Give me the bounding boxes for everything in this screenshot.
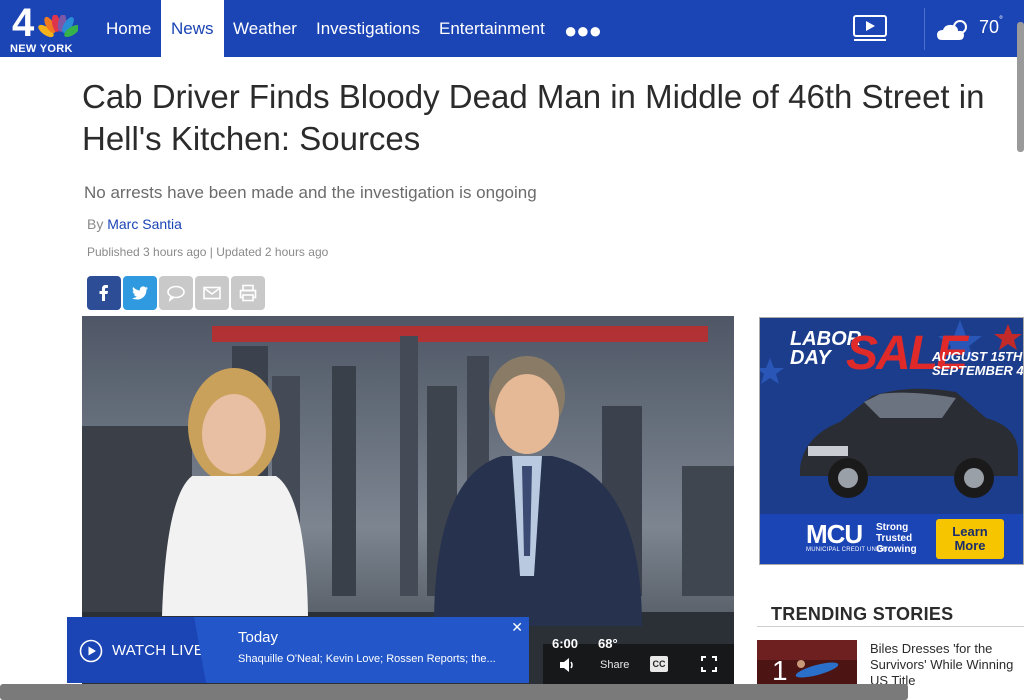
- partly-cloudy-icon[interactable]: [936, 18, 974, 42]
- trending-divider: [757, 626, 1024, 627]
- byline: By Marc Santia: [87, 216, 182, 232]
- email-icon: [203, 286, 221, 300]
- print-icon: [239, 284, 257, 302]
- nav-news[interactable]: News: [161, 0, 224, 57]
- video-share-button[interactable]: Share: [600, 659, 629, 671]
- nbc4-logo[interactable]: 4 NEW YORK: [10, 1, 80, 55]
- video-bug-temp: 68°: [598, 636, 618, 651]
- vertical-scrollbar-thumb[interactable]: [1017, 22, 1024, 152]
- trending-rank: 1: [772, 655, 788, 686]
- ad-tagline: Strong Trusted Growing: [876, 522, 917, 555]
- ad-learn-more-button[interactable]: Learn More: [936, 519, 1004, 559]
- facebook-share-button[interactable]: [87, 276, 121, 310]
- nav-entertainment[interactable]: Entertainment: [429, 0, 555, 57]
- nav-weather[interactable]: Weather: [223, 0, 307, 57]
- video-play-icon[interactable]: [852, 14, 888, 42]
- play-circle-icon: [79, 639, 103, 663]
- facebook-icon: [99, 285, 108, 301]
- more-dots-icon[interactable]: ●●●: [564, 18, 602, 44]
- twitter-icon: [132, 286, 148, 300]
- fullscreen-icon[interactable]: [701, 656, 717, 672]
- comment-button[interactable]: [159, 276, 193, 310]
- closed-captions-button[interactable]: CC: [650, 656, 668, 672]
- print-button[interactable]: [231, 276, 265, 310]
- video-bug-time: 6:00: [552, 636, 579, 651]
- watch-live-bar[interactable]: WATCH LIVE Today Shaquille O'Neal; Kevin…: [67, 617, 529, 683]
- nav-investigations[interactable]: Investigations: [306, 0, 430, 57]
- email-share-button[interactable]: [195, 276, 229, 310]
- logo-city: NEW YORK: [10, 43, 73, 55]
- site-header: 4 NEW YORK Home News Weather Investigati…: [0, 0, 1024, 57]
- published-dateline: Published 3 hours ago | Updated 2 hours …: [87, 245, 329, 259]
- temperature[interactable]: 70°: [979, 15, 1003, 38]
- advertisement[interactable]: LABORDAY SALE AUGUST 15TH -SEPTEMBER 4TH…: [759, 317, 1024, 565]
- comment-icon: [167, 285, 185, 302]
- close-icon[interactable]: ✕: [511, 619, 523, 636]
- article-subhead: No arrests have been made and the invest…: [84, 183, 537, 202]
- now-playing-description: Shaquille O'Neal; Kevin Love; Rossen Rep…: [238, 653, 496, 665]
- watch-live-label: WATCH LIVE: [112, 642, 205, 659]
- nav-divider: [924, 8, 925, 50]
- volume-icon[interactable]: [557, 655, 577, 675]
- now-playing-panel[interactable]: Today Shaquille O'Neal; Kevin Love; Ross…: [194, 617, 529, 683]
- trending-stories-title: TRENDING STORIES: [771, 604, 954, 624]
- author-link[interactable]: Marc Santia: [107, 216, 182, 232]
- horizontal-scrollbar-thumb[interactable]: [0, 684, 908, 700]
- now-playing-show: Today: [238, 629, 279, 646]
- article-headline: Cab Driver Finds Bloody Dead Man in Midd…: [82, 78, 985, 157]
- byline-prefix: By: [87, 216, 104, 232]
- trending-headline-link[interactable]: Biles Dresses 'for the Survivors' While …: [870, 641, 1024, 689]
- logo-number: 4: [12, 1, 35, 45]
- ad-brand: MCU: [806, 519, 863, 549]
- twitter-share-button[interactable]: [123, 276, 157, 310]
- nav-home[interactable]: Home: [96, 0, 161, 57]
- peacock-icon: [38, 15, 78, 38]
- ad-dates: AUGUST 15TH -SEPTEMBER 4TH: [932, 349, 1024, 378]
